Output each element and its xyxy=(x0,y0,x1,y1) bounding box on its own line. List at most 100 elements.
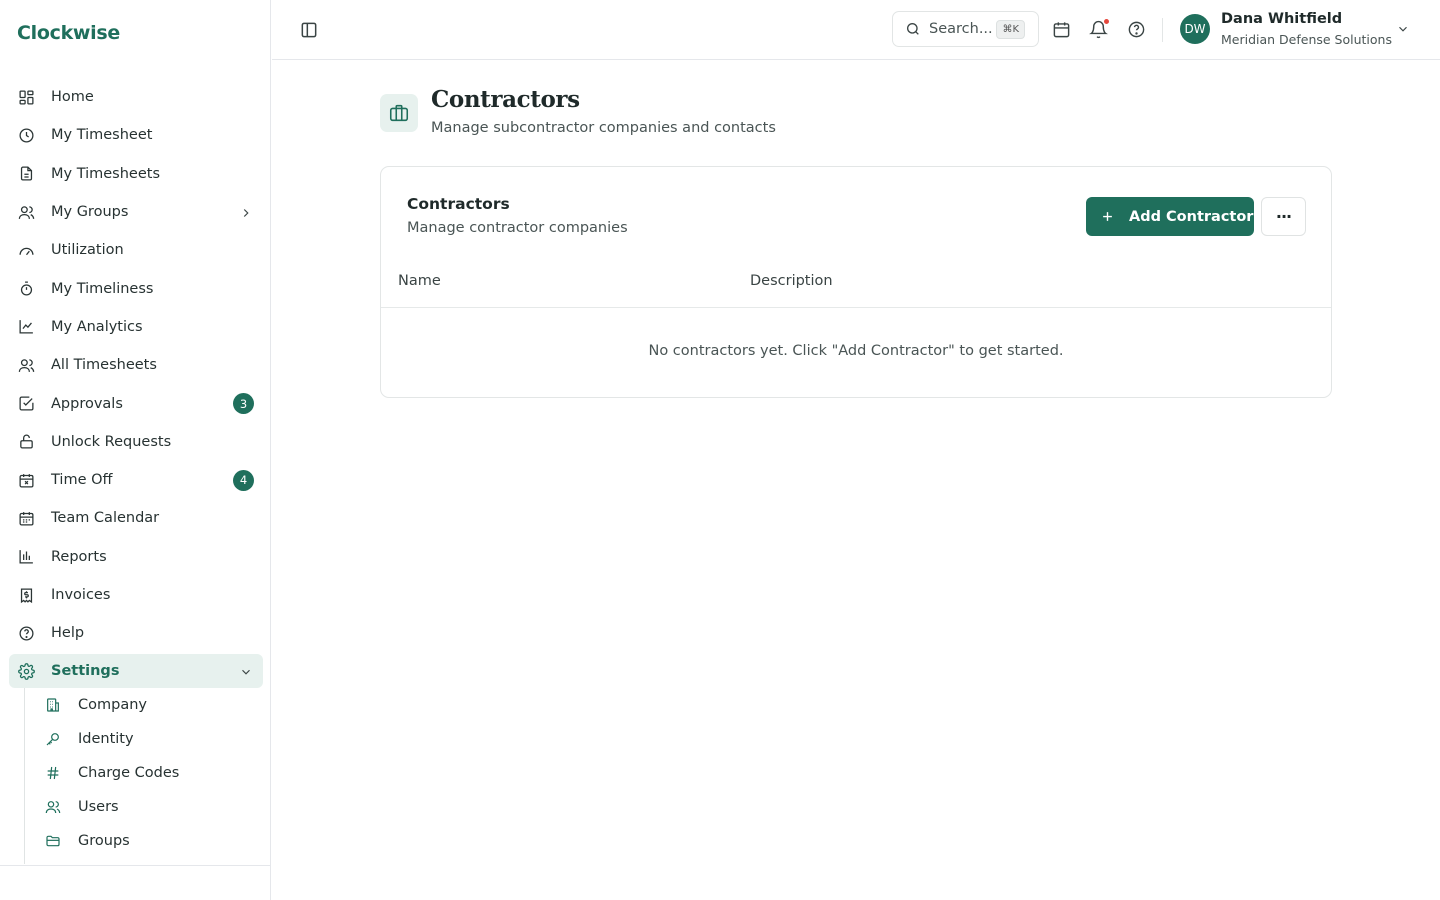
contractors-card: Contractors Manage contractor companies … xyxy=(380,166,1332,398)
sidebar-item-users[interactable]: Users xyxy=(25,790,262,824)
calendar-icon xyxy=(17,509,35,527)
empty-state-message: No contractors yet. Click "Add Contracto… xyxy=(648,343,1064,359)
search-placeholder: Search... xyxy=(929,21,993,37)
sidebar-item-label: Help xyxy=(51,625,85,642)
sidebar-item-my-timeliness[interactable]: My Timeliness xyxy=(9,269,263,307)
sidebar-item-label: Reports xyxy=(51,548,107,565)
sidebar-item-label: My Timesheet xyxy=(51,127,153,144)
top-bar: Search... ⌘K DW Dana Whitfield Meridian … xyxy=(272,0,1440,60)
sidebar-item-label: Groups xyxy=(78,833,130,849)
check-square-icon xyxy=(17,395,35,413)
sidebar-item-my-analytics[interactable]: My Analytics xyxy=(9,308,263,346)
sidebar-item-label: Settings xyxy=(51,663,120,680)
chevron-down-icon[interactable] xyxy=(1396,21,1410,35)
sidebar-nav: Home My Timesheet My Timesheets My Group… xyxy=(9,78,263,689)
sidebar-item-label: All Timesheets xyxy=(51,357,157,374)
unlock-icon xyxy=(17,433,35,451)
sidebar: Clockwise Home My Timesheet My Timesheet… xyxy=(0,0,271,900)
sidebar-item-label: Approvals xyxy=(51,395,123,412)
building-icon xyxy=(44,696,62,714)
sidebar-item-invoices[interactable]: Invoices xyxy=(9,576,263,614)
chevron-down-icon xyxy=(239,664,253,678)
document-icon xyxy=(17,165,35,183)
sidebar-item-team-calendar[interactable]: Team Calendar xyxy=(9,499,263,537)
sidebar-item-label: My Timeliness xyxy=(51,280,154,297)
sidebar-item-label: Charge Codes xyxy=(78,765,180,781)
sidebar-item-identity[interactable]: Identity xyxy=(25,722,262,756)
sidebar-divider xyxy=(0,865,271,866)
column-header-description[interactable]: Description xyxy=(750,273,833,289)
sidebar-toggle-icon[interactable] xyxy=(299,20,319,40)
sidebar-item-label: My Analytics xyxy=(51,318,143,335)
bar-chart-icon xyxy=(17,548,35,566)
sidebar-item-home[interactable]: Home xyxy=(9,78,263,116)
more-options-icon: ··· xyxy=(1275,207,1292,226)
folder-icon xyxy=(44,832,62,850)
users-icon xyxy=(17,356,35,374)
sidebar-item-all-timesheets[interactable]: All Timesheets xyxy=(9,346,263,384)
header-divider xyxy=(1162,18,1163,42)
users-icon xyxy=(44,798,62,816)
brand-logo[interactable]: Clockwise xyxy=(17,22,120,44)
sidebar-item-charge-codes[interactable]: Charge Codes xyxy=(25,756,262,790)
column-header-name[interactable]: Name xyxy=(398,273,441,289)
briefcase-icon xyxy=(380,94,418,132)
sidebar-item-label: Users xyxy=(78,799,119,815)
line-chart-icon xyxy=(17,318,35,336)
receipt-icon xyxy=(17,586,35,604)
calendar-icon[interactable] xyxy=(1052,20,1071,39)
clock-icon xyxy=(17,126,35,144)
sidebar-item-label: Time Off xyxy=(51,472,113,489)
table-header-divider xyxy=(381,307,1331,308)
sidebar-item-utilization[interactable]: Utilization xyxy=(9,231,263,269)
calendar-x-icon xyxy=(17,471,35,489)
sidebar-item-company[interactable]: Company xyxy=(25,688,262,722)
help-icon[interactable] xyxy=(1127,20,1146,39)
grid-icon xyxy=(17,88,35,106)
sidebar-item-label: My Timesheets xyxy=(51,165,161,182)
stopwatch-icon xyxy=(17,280,35,298)
settings-subnav: Company Identity Charge Codes Users Grou… xyxy=(24,688,262,864)
search-shortcut: ⌘K xyxy=(996,20,1025,39)
gear-icon xyxy=(17,662,35,680)
sidebar-item-my-groups[interactable]: My Groups xyxy=(9,193,263,231)
sidebar-item-label: Home xyxy=(51,89,94,106)
add-contractor-button[interactable]: Add Contractor xyxy=(1086,197,1254,236)
key-icon xyxy=(44,730,62,748)
bell-icon[interactable] xyxy=(1089,18,1110,39)
plus-icon xyxy=(1100,209,1115,224)
page-title: Contractors xyxy=(431,86,580,113)
card-title: Contractors xyxy=(407,195,510,213)
card-subtitle: Manage contractor companies xyxy=(407,220,628,236)
sidebar-item-label: Team Calendar xyxy=(51,510,160,527)
gauge-icon xyxy=(17,241,35,259)
user-name[interactable]: Dana Whitfield xyxy=(1221,11,1342,27)
time-off-count-badge: 4 xyxy=(233,469,254,491)
sidebar-item-label: Invoices xyxy=(51,587,111,603)
sidebar-item-label: Identity xyxy=(78,731,134,747)
more-options-button[interactable]: ··· xyxy=(1261,197,1306,236)
users-icon xyxy=(17,203,35,221)
sidebar-item-settings[interactable]: Settings xyxy=(9,654,263,689)
search-input[interactable]: Search... ⌘K xyxy=(892,11,1039,47)
sidebar-item-label: Utilization xyxy=(51,242,124,259)
sidebar-item-help[interactable]: Help xyxy=(9,614,263,652)
user-org: Meridian Defense Solutions xyxy=(1221,32,1392,47)
sidebar-item-time-off[interactable]: Time Off 4 xyxy=(9,461,263,499)
chevron-right-icon xyxy=(239,205,253,219)
sidebar-item-label: Company xyxy=(78,697,147,713)
sidebar-item-groups[interactable]: Groups xyxy=(25,824,262,858)
sidebar-item-my-timesheets[interactable]: My Timesheets xyxy=(9,155,263,193)
sidebar-item-label: My Groups xyxy=(51,204,129,221)
page-subtitle: Manage subcontractor companies and conta… xyxy=(431,120,776,136)
sidebar-item-unlock-requests[interactable]: Unlock Requests xyxy=(9,423,263,461)
sidebar-item-reports[interactable]: Reports xyxy=(9,538,263,576)
help-icon xyxy=(17,624,35,642)
notification-dot xyxy=(1103,18,1110,25)
add-contractor-label: Add Contractor xyxy=(1129,208,1254,225)
approvals-count-badge: 3 xyxy=(233,393,254,415)
sidebar-item-my-timesheet[interactable]: My Timesheet xyxy=(9,116,263,154)
sidebar-item-label: Unlock Requests xyxy=(51,433,172,450)
avatar[interactable]: DW xyxy=(1180,14,1210,44)
sidebar-item-approvals[interactable]: Approvals 3 xyxy=(9,384,263,422)
